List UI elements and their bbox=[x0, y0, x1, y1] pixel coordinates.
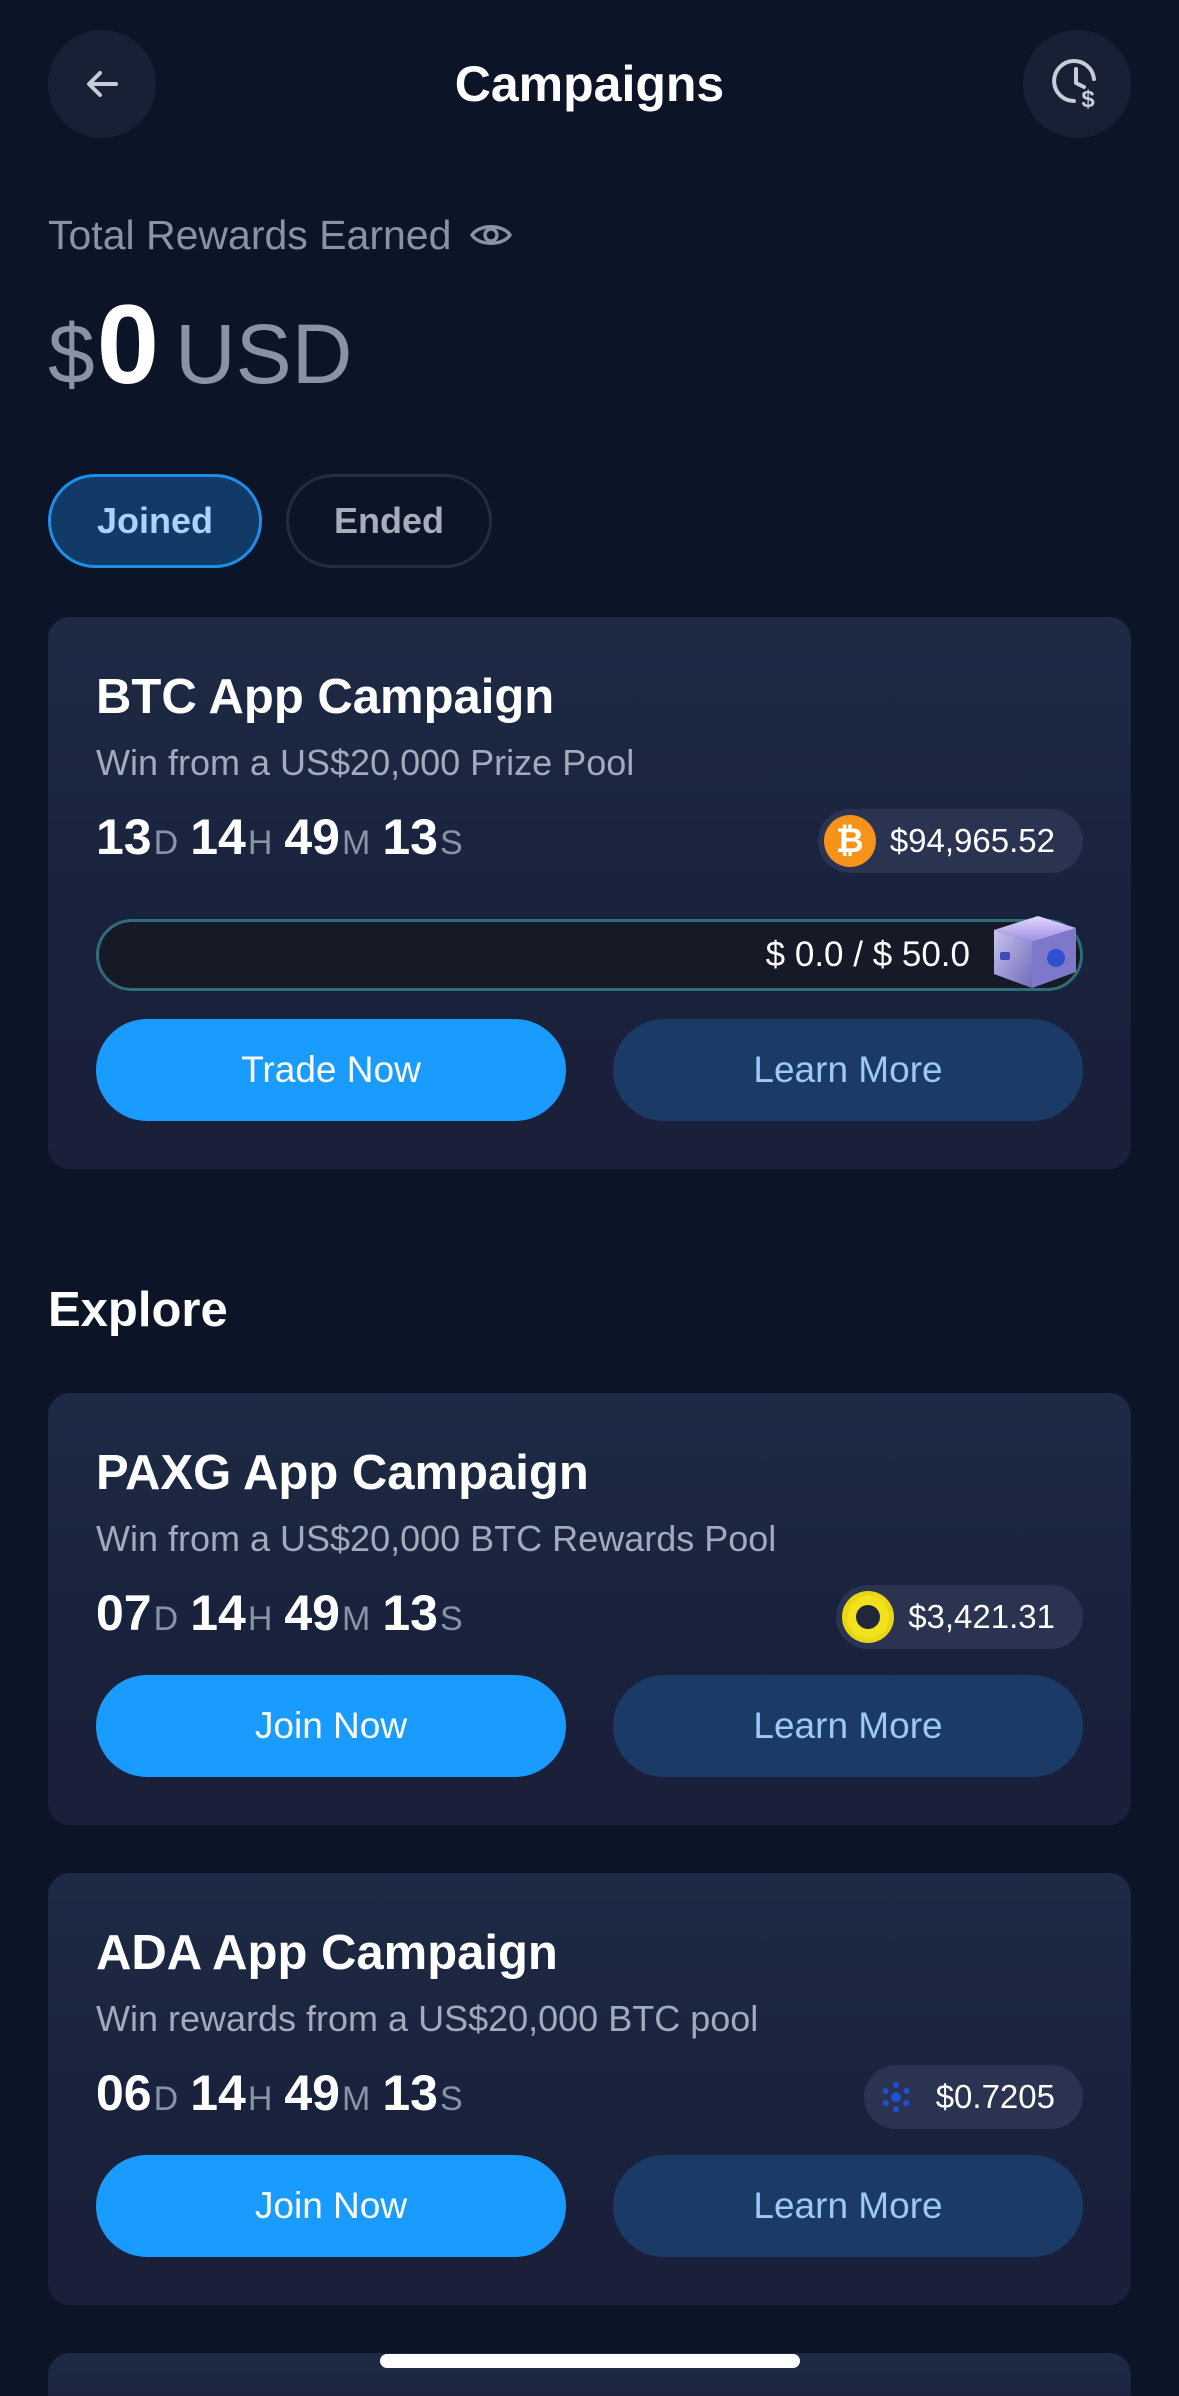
countdown-days-unit: D bbox=[153, 1600, 179, 1638]
countdown-seconds-unit: S bbox=[439, 1600, 463, 1638]
cardano-icon bbox=[882, 2082, 910, 2112]
campaign-card-btc: BTC App Campaign Win from a US$20,000 Pr… bbox=[48, 617, 1131, 1169]
countdown-minutes: 49 bbox=[284, 809, 340, 865]
price-value: $0.7205 bbox=[935, 2078, 1055, 2115]
filter-tabs: Joined Ended bbox=[48, 474, 492, 568]
page-title: Campaigns bbox=[454, 56, 725, 112]
campaign-card-paxg: PAXG App Campaign Win from a US$20,000 B… bbox=[48, 1393, 1131, 1825]
price-value: $3,421.31 bbox=[908, 1598, 1055, 1635]
price-badge: $3,421.31 bbox=[836, 1585, 1083, 1649]
campaign-title: ADA App Campaign bbox=[96, 1926, 558, 1980]
campaign-title: PAXG App Campaign bbox=[96, 1446, 589, 1500]
countdown-seconds-unit: S bbox=[439, 824, 463, 862]
eye-icon[interactable] bbox=[469, 219, 513, 251]
progress-bar: $ 0.0 / $ 50.0 bbox=[96, 916, 1083, 991]
countdown-minutes: 49 bbox=[284, 1585, 340, 1641]
countdown-seconds-unit: S bbox=[439, 2080, 463, 2118]
countdown-hours-unit: H bbox=[247, 824, 273, 862]
reward-history-button[interactable]: $ bbox=[1023, 30, 1131, 138]
trade-now-button[interactable]: Trade Now bbox=[96, 1019, 566, 1121]
countdown-hours-unit: H bbox=[247, 2080, 273, 2118]
rewards-unit: USD bbox=[175, 307, 353, 401]
campaigns-page: Campaigns $ Total Rewards Earned $ 0 USD… bbox=[0, 0, 1179, 2396]
countdown-hours: 14 bbox=[190, 1585, 246, 1641]
treasure-chest-icon bbox=[994, 916, 1076, 988]
price-badge: $0.7205 bbox=[863, 2065, 1083, 2129]
campaign-card-ada: ADA App Campaign Win rewards from a US$2… bbox=[48, 1873, 1131, 2305]
campaign-subtitle: Win from a US$20,000 BTC Rewards Pool bbox=[96, 1518, 777, 1559]
home-indicator[interactable] bbox=[380, 2354, 800, 2368]
countdown-days: 13 bbox=[96, 809, 152, 865]
clock-dollar-icon: $ bbox=[1052, 59, 1096, 113]
countdown-timer: 13 D 14 H 49 M 13 S bbox=[96, 807, 475, 873]
join-now-button[interactable]: Join Now bbox=[96, 1675, 566, 1777]
header: Campaigns $ bbox=[0, 0, 1179, 170]
learn-more-button[interactable]: Learn More bbox=[613, 1019, 1083, 1121]
total-rewards-text: Total Rewards Earned bbox=[48, 212, 452, 258]
countdown-days: 07 bbox=[96, 1585, 152, 1641]
paxg-icon bbox=[842, 1591, 895, 1643]
total-rewards-label: Total Rewards Earned bbox=[48, 210, 513, 260]
countdown-minutes-unit: M bbox=[342, 2080, 371, 2118]
countdown-minutes-unit: M bbox=[342, 824, 371, 862]
explore-title: Explore bbox=[48, 1283, 228, 1337]
countdown-hours-unit: H bbox=[247, 1600, 273, 1638]
join-now-button[interactable]: Join Now bbox=[96, 2155, 566, 2257]
currency-symbol: $ bbox=[48, 307, 95, 401]
campaign-subtitle: Win rewards from a US$20,000 BTC pool bbox=[96, 1998, 759, 2039]
tab-ended[interactable]: Ended bbox=[286, 474, 492, 568]
bitcoin-icon: ₿ bbox=[823, 815, 876, 867]
countdown-hours: 14 bbox=[190, 809, 246, 865]
countdown-seconds: 13 bbox=[382, 1585, 438, 1641]
learn-more-button[interactable]: Learn More bbox=[613, 1675, 1083, 1777]
countdown-hours: 14 bbox=[190, 2065, 246, 2121]
countdown-minutes-unit: M bbox=[342, 1600, 371, 1638]
countdown-days-unit: D bbox=[153, 824, 179, 862]
price-badge: ₿ $94,965.52 bbox=[817, 809, 1083, 873]
tab-joined[interactable]: Joined bbox=[48, 474, 262, 568]
countdown-seconds: 13 bbox=[382, 809, 438, 865]
countdown-seconds: 13 bbox=[382, 2065, 438, 2121]
total-rewards-amount: $ 0 USD bbox=[48, 280, 352, 419]
countdown-timer: 07 D 14 H 49 M 13 S bbox=[96, 1583, 475, 1649]
countdown-days: 06 bbox=[96, 2065, 152, 2121]
price-value: $94,965.52 bbox=[889, 822, 1055, 859]
countdown-timer: 06 D 14 H 49 M 13 S bbox=[96, 2063, 475, 2129]
campaign-subtitle: Win from a US$20,000 Prize Pool bbox=[96, 742, 635, 783]
countdown-days-unit: D bbox=[153, 2080, 179, 2118]
rewards-value: 0 bbox=[96, 282, 160, 407]
svg-text:$: $ bbox=[1081, 86, 1095, 113]
countdown-minutes: 49 bbox=[284, 2065, 340, 2121]
campaign-title: BTC App Campaign bbox=[96, 670, 555, 724]
learn-more-button[interactable]: Learn More bbox=[613, 2155, 1083, 2257]
progress-text: $ 0.0 / $ 50.0 bbox=[765, 935, 970, 974]
